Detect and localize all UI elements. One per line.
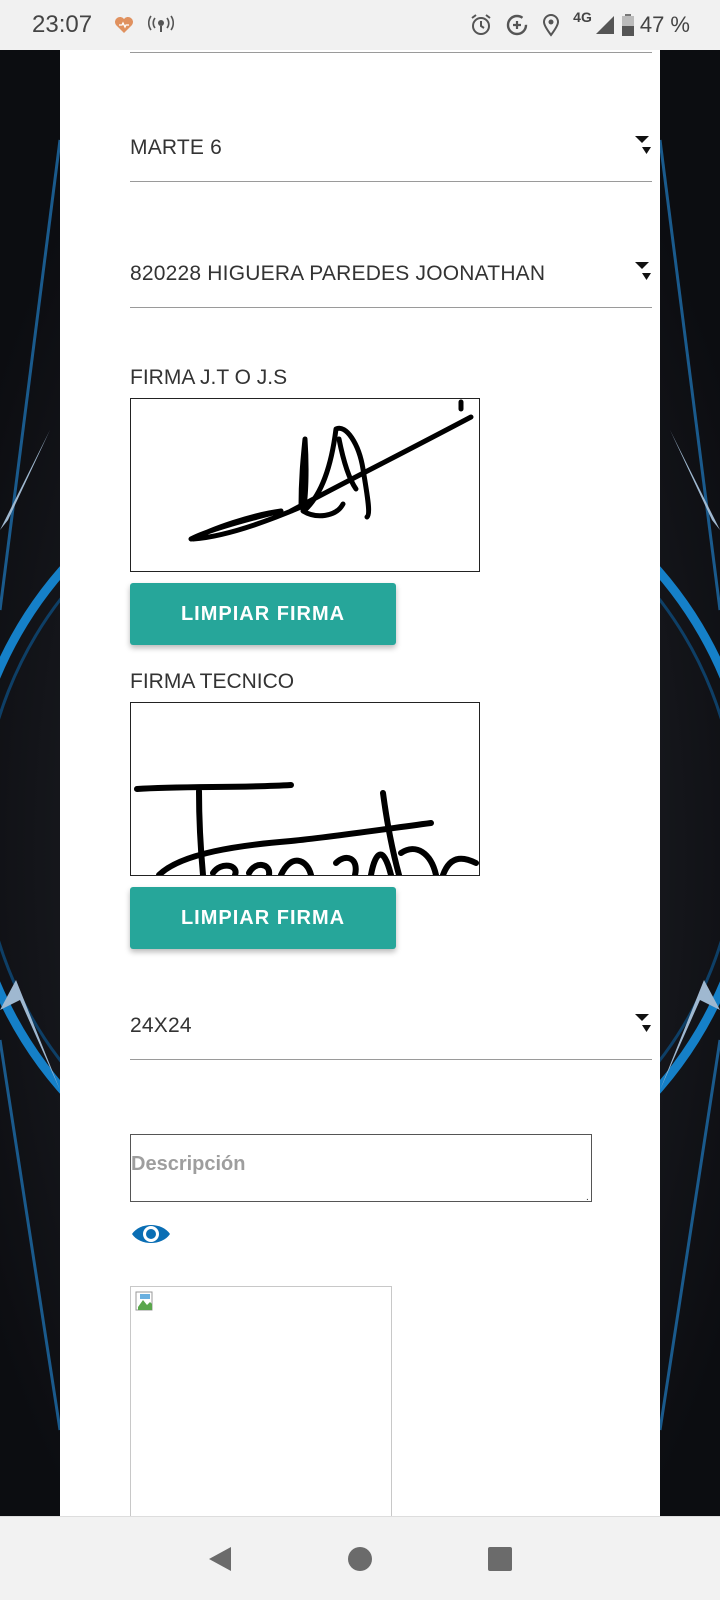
divider — [130, 52, 652, 53]
network-type: 4G — [573, 9, 592, 25]
form-card: MARTE 6 820228 HIGUERA PAREDES JOONATHAN… — [60, 50, 660, 1516]
description-field[interactable] — [130, 1134, 592, 1202]
dropdown-arrow-icon — [635, 262, 651, 280]
signal-icon: 4G — [573, 9, 616, 36]
signature-1-label: FIRMA J.T O J.S — [130, 366, 288, 389]
home-icon[interactable] — [340, 1539, 380, 1579]
signature-drawing — [188, 399, 474, 542]
signature-drawing — [134, 782, 479, 875]
select-size[interactable]: 24X24 — [130, 1000, 652, 1060]
dropdown-arrow-icon — [635, 1014, 651, 1032]
image-preview — [130, 1286, 392, 1516]
resize-handle[interactable]: . — [586, 1192, 589, 1203]
hotspot-icon — [148, 15, 175, 35]
heart-icon — [114, 16, 134, 34]
recents-icon[interactable] — [480, 1539, 520, 1579]
battery-icon — [621, 14, 634, 36]
signature-pad-jt-js[interactable] — [130, 398, 480, 572]
dropdown-arrow-icon — [635, 136, 651, 154]
clear-signature-2-button[interactable]: LIMPIAR FIRMA — [130, 887, 396, 949]
navigation-bar — [0, 1516, 720, 1600]
select-size-value: 24X24 — [130, 1014, 192, 1037]
back-icon[interactable] — [200, 1539, 240, 1579]
status-time: 23:07 — [32, 11, 93, 38]
eye-icon[interactable] — [130, 1220, 172, 1248]
battery-percent: 47 % — [639, 12, 690, 37]
broken-image-icon — [135, 1291, 153, 1311]
select-person-value: 820228 HIGUERA PAREDES JOONATHAN — [130, 262, 546, 285]
select-project[interactable]: MARTE 6 — [130, 122, 652, 182]
location-icon — [541, 13, 561, 37]
select-project-value: MARTE 6 — [130, 136, 223, 159]
status-bar: 23:07 4G 47 % — [0, 0, 720, 50]
signature-pad-tecnico[interactable] — [130, 702, 480, 876]
alarm-icon — [469, 13, 493, 37]
clear-signature-1-button[interactable]: LIMPIAR FIRMA — [130, 583, 396, 645]
select-person[interactable]: 820228 HIGUERA PAREDES JOONATHAN — [130, 248, 652, 308]
signature-2-label: FIRMA TECNICO — [130, 670, 295, 693]
data-saver-icon — [505, 13, 529, 37]
